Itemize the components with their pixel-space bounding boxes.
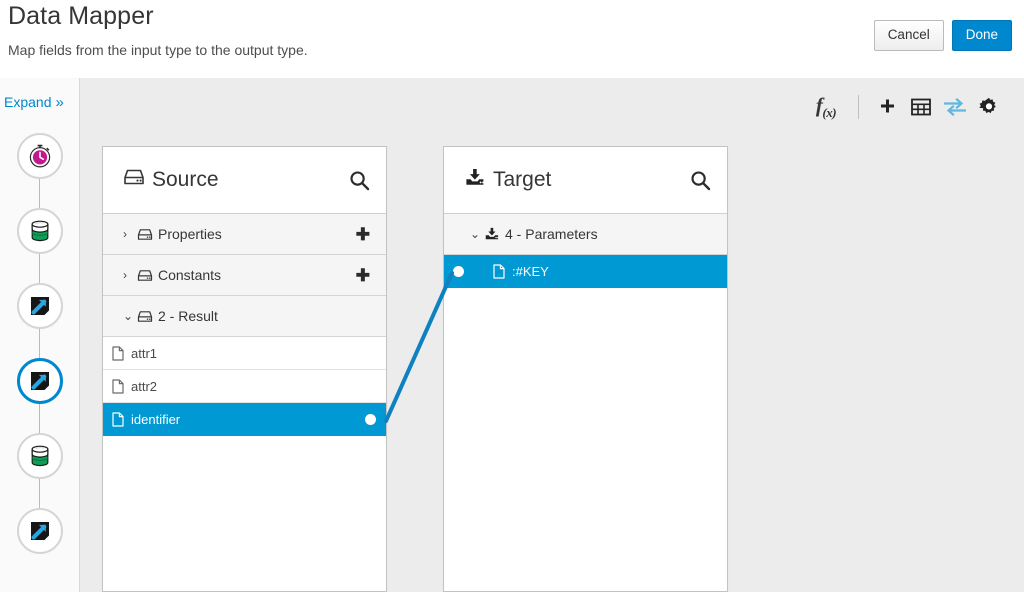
mapper-toolbar: f(x) xyxy=(805,90,1006,124)
field-row-label: attr2 xyxy=(131,378,158,394)
group-row[interactable]: ⌄ 4 - Parameters xyxy=(444,214,727,255)
group-row-label: 2 - Result xyxy=(158,308,218,324)
database-icon xyxy=(27,443,53,469)
expand-sidebar-label: Expand xyxy=(4,94,52,110)
source-panel-header: Source xyxy=(103,147,386,214)
sidebar-timer-step[interactable] xyxy=(17,132,63,179)
target-tree: ⌄ 4 - Parameters :#KEY xyxy=(444,214,727,288)
add-transformation-button[interactable]: f(x) xyxy=(805,90,847,124)
mapping-connector-dot[interactable] xyxy=(453,265,464,277)
import-icon xyxy=(464,168,486,193)
page-header: Data Mapper Map fields from the input ty… xyxy=(0,0,1024,78)
source-tree: › Properties ✚ › Constants ✚ ⌄ 2 - Result attr1 a… xyxy=(103,214,386,436)
target-panel-title: Target xyxy=(493,168,552,191)
step-connector-line xyxy=(39,400,40,436)
step-connector-line xyxy=(39,475,40,511)
step-connector-line xyxy=(39,250,40,286)
done-button[interactable]: Done xyxy=(951,20,1012,51)
step-connector-line xyxy=(39,175,40,211)
double-chevron-right-icon: » xyxy=(55,93,64,111)
toolbar-divider xyxy=(858,95,859,119)
sidebar-database-step[interactable] xyxy=(17,207,63,254)
target-panel: Target ⌄ 4 - Parameters :#KEY xyxy=(443,146,728,592)
document-icon xyxy=(112,378,124,394)
data-mapper-icon xyxy=(27,293,53,319)
show-mapping-table-button[interactable] xyxy=(904,90,938,124)
field-row[interactable]: attr1 xyxy=(103,337,386,370)
step-item xyxy=(0,475,80,568)
target-search-icon[interactable] xyxy=(690,170,711,191)
sidebar-data-mapper-step-3[interactable] xyxy=(17,507,63,554)
field-row-label: attr1 xyxy=(131,345,158,361)
source-panel-title-group: Source xyxy=(123,168,349,192)
header-actions: Cancel Done xyxy=(873,20,1012,51)
toggle-mapping-direction-button[interactable] xyxy=(938,90,972,124)
step-item xyxy=(0,250,80,343)
page-subtitle: Map fields from the input type to the ou… xyxy=(8,42,308,58)
inbox-icon xyxy=(137,310,153,323)
chevron-right-icon[interactable]: › xyxy=(123,269,136,281)
group-row[interactable]: › Properties ✚ xyxy=(103,214,386,255)
target-panel-title-group: Target xyxy=(464,168,690,193)
inbox-icon xyxy=(123,168,145,192)
data-mapper-icon xyxy=(27,518,53,544)
settings-button[interactable] xyxy=(972,90,1006,124)
timer-icon xyxy=(27,143,53,169)
source-panel-title: Source xyxy=(152,168,219,191)
add-mapping-button[interactable] xyxy=(870,90,904,124)
group-row-label: Constants xyxy=(158,267,222,283)
mapping-connector-dot[interactable] xyxy=(365,413,376,425)
document-icon xyxy=(112,411,124,427)
step-list xyxy=(0,118,80,568)
group-row[interactable]: › Constants ✚ xyxy=(103,255,386,296)
document-icon xyxy=(493,263,505,279)
add-field-button[interactable]: ✚ xyxy=(354,226,372,243)
step-item xyxy=(0,325,80,418)
field-row[interactable]: :#KEY xyxy=(444,255,727,288)
inbox-icon xyxy=(137,269,153,282)
group-row-label: 4 - Parameters xyxy=(505,226,598,242)
source-panel: Source › Properties ✚ › Constants ✚ ⌄ 2 - Resul… xyxy=(102,146,387,592)
database-icon xyxy=(27,218,53,244)
import-icon xyxy=(484,227,500,241)
source-search-icon[interactable] xyxy=(349,170,370,191)
field-row[interactable]: identifier xyxy=(103,403,386,436)
group-row[interactable]: ⌄ 2 - Result xyxy=(103,296,386,337)
group-row-label: Properties xyxy=(158,226,222,242)
field-row-label: :#KEY xyxy=(512,263,549,279)
target-panel-header: Target xyxy=(444,147,727,214)
chevron-right-icon[interactable]: › xyxy=(123,228,136,240)
field-row[interactable]: attr2 xyxy=(103,370,386,403)
step-connector-line xyxy=(39,325,40,361)
sidebar-data-mapper-step-2[interactable] xyxy=(17,357,63,404)
mapper-workspace: Expand » f(x) Source › Properties ✚ › Co… xyxy=(0,78,1024,592)
add-field-button[interactable]: ✚ xyxy=(354,267,372,284)
field-row-label: identifier xyxy=(131,411,181,427)
integration-steps-sidebar: Expand » xyxy=(0,78,80,592)
step-item xyxy=(0,118,80,193)
sidebar-data-mapper-step-1[interactable] xyxy=(17,282,63,329)
document-icon xyxy=(112,345,124,361)
page-title: Data Mapper xyxy=(8,2,154,30)
expand-sidebar-link[interactable]: Expand » xyxy=(4,94,64,110)
inbox-icon xyxy=(137,228,153,241)
chevron-down-icon[interactable]: ⌄ xyxy=(470,228,483,240)
sidebar-database-step-2[interactable] xyxy=(17,432,63,479)
step-item xyxy=(0,400,80,493)
step-item xyxy=(0,175,80,268)
cancel-button[interactable]: Cancel xyxy=(873,20,944,51)
data-mapper-icon xyxy=(27,368,53,394)
chevron-down-icon[interactable]: ⌄ xyxy=(123,310,136,322)
